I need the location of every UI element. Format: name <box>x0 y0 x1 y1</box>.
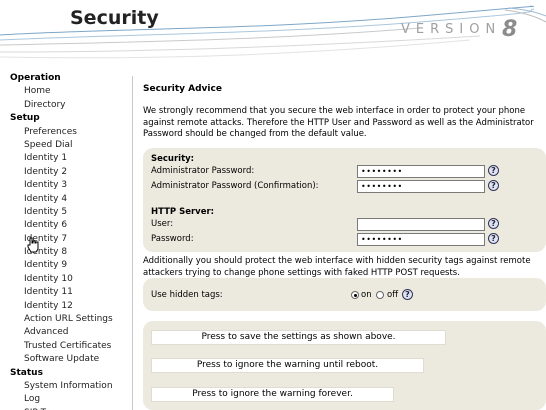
sidebar-item-identity-12[interactable]: Identity 12 <box>0 300 132 313</box>
sidebar-item-identity-2[interactable]: Identity 2 <box>0 166 132 179</box>
sidebar-item-identity-8[interactable]: Identity 8 <box>0 246 132 259</box>
sidebar-section-setup: Setup <box>10 113 40 124</box>
sidebar-item-identity-4[interactable]: Identity 4 <box>0 193 132 206</box>
http-password-label: Password: <box>151 234 194 244</box>
hidden-tags-off-radio[interactable] <box>376 291 384 299</box>
hidden-tags-on-label: on <box>361 290 372 300</box>
save-settings-button[interactable]: Press to save the settings as shown abov… <box>151 330 446 345</box>
security-advice-heading: Security Advice <box>143 84 222 94</box>
main-content: Security Advice We strongly recommend th… <box>143 80 546 141</box>
sidebar-item-identity-5[interactable]: Identity 5 <box>0 206 132 219</box>
version-number: 8 <box>502 17 518 42</box>
sidebar-item-speed-dial[interactable]: Speed Dial <box>0 139 132 152</box>
hidden-tags-help-icon[interactable]: ? <box>402 289 413 300</box>
sidebar-section-status: Status <box>10 367 43 378</box>
sidebar-item-identity-6[interactable]: Identity 6 <box>0 219 132 232</box>
header: Security VERSION 8 <box>0 0 546 70</box>
sidebar-section-operation: Operation <box>10 73 61 83</box>
http-user-help-icon[interactable]: ? <box>488 218 499 229</box>
sidebar-item-trusted-certificates[interactable]: Trusted Certificates <box>0 340 132 353</box>
admin-password-confirm-label: Administrator Password (Confirmation): <box>151 181 319 191</box>
sidebar-item-directory[interactable]: Directory <box>0 99 132 112</box>
sidebar-item-software-update[interactable]: Software Update <box>0 353 132 366</box>
sidebar-item-identity-10[interactable]: Identity 10 <box>0 273 132 286</box>
admin-password-confirm-help-icon[interactable]: ? <box>488 180 499 191</box>
security-advice-text: We strongly recommend that you secure th… <box>143 106 534 139</box>
ignore-until-reboot-button[interactable]: Press to ignore the warning until reboot… <box>151 358 424 373</box>
sidebar-item-identity-1[interactable]: Identity 1 <box>0 152 132 165</box>
sidebar-item-action-url-settings[interactable]: Action URL Settings <box>0 313 132 326</box>
security-section-label: Security: <box>151 154 195 164</box>
admin-password-field[interactable]: •••••••• <box>357 165 485 178</box>
hidden-tags-label: Use hidden tags: <box>151 290 223 300</box>
sidebar-item-preferences[interactable]: Preferences <box>0 126 132 139</box>
ignore-forever-button[interactable]: Press to ignore the warning forever. <box>151 387 394 402</box>
hidden-tags-off-label: off <box>387 290 399 300</box>
sidebar-divider <box>132 76 133 410</box>
admin-password-label: Administrator Password: <box>151 166 255 176</box>
version-label: VERSION <box>401 22 502 37</box>
hidden-tags-note: Additionally you should protect the web … <box>143 256 531 278</box>
hidden-tags-on-radio[interactable] <box>351 291 359 299</box>
admin-password-confirm-field[interactable]: •••••••• <box>357 180 485 193</box>
admin-password-help-icon[interactable]: ? <box>488 165 499 176</box>
sidebar-nav: Operation Home Directory Setup Preferences Sp… <box>0 72 132 410</box>
http-password-help-icon[interactable]: ? <box>488 233 499 244</box>
http-user-label: User: <box>151 219 174 229</box>
sidebar-item-home[interactable]: Home <box>0 85 132 98</box>
sidebar-item-identity-11[interactable]: Identity 11 <box>0 286 132 299</box>
http-password-field[interactable]: •••••••• <box>357 233 485 246</box>
http-server-section-label: HTTP Server: <box>151 207 215 217</box>
sidebar-item-identity-9[interactable]: Identity 9 <box>0 259 132 272</box>
security-settings-panel <box>143 148 546 252</box>
sidebar-item-log[interactable]: Log <box>0 393 132 406</box>
page-title: Security <box>70 7 159 29</box>
sidebar-item-system-information[interactable]: System Information <box>0 380 132 393</box>
sidebar-item-identity-3[interactable]: Identity 3 <box>0 179 132 192</box>
sidebar-item-identity-7[interactable]: Identity 7 <box>0 233 132 246</box>
hand-cursor-icon <box>27 237 39 253</box>
http-user-field[interactable] <box>357 218 485 231</box>
sidebar-item-advanced[interactable]: Advanced <box>0 326 132 339</box>
